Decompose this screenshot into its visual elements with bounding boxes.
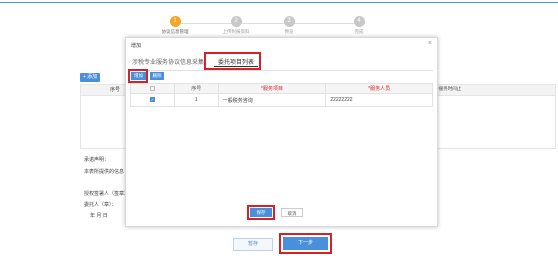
row-project[interactable]: 一般税务咨询 — [217, 93, 327, 107]
tab-separator — [130, 70, 433, 71]
declaration-text: 本表所提供的信息 — [84, 169, 125, 175]
step-2-dot: 2 — [230, 16, 242, 27]
draft-button[interactable]: 暂存 — [233, 238, 273, 251]
step-4-dot: 4 — [353, 16, 365, 27]
modal-delete-button[interactable]: 删除 — [150, 72, 164, 80]
step-2-label: 上传附报资料 — [222, 29, 250, 34]
step-4-label: 完成 — [354, 29, 364, 34]
client-label: 委托人（章）： — [84, 202, 117, 208]
dialog-title: 增加 — [131, 43, 142, 49]
step-1-dot: 1 — [169, 16, 181, 27]
header-project: *服务项目 — [217, 83, 327, 94]
tab-highlight-frame — [204, 52, 261, 70]
table-row[interactable]: ✓ 1 一般税务咨询 22222222 — [130, 93, 433, 107]
step-3-dot: 3 — [283, 16, 295, 27]
entrusted-projects-table: 序号 *服务项目 *服务人员 ✓ 1 一般税务咨询 22222222 — [130, 83, 433, 107]
tab-agreement-info[interactable]: 涉税专业服务协议信息采集 — [132, 57, 204, 66]
row-select[interactable]: ✓ — [130, 93, 175, 107]
bg-col-seq: 序号 — [110, 87, 121, 93]
header-seq: 序号 — [173, 83, 219, 94]
table-header-row: 序号 *服务项目 *服务人员 — [130, 83, 433, 94]
step-2: 2 上传附报资料 — [211, 16, 261, 35]
date-label: 年 月 日 — [90, 213, 108, 219]
step-3-label: 预览 — [284, 29, 294, 34]
step-3: 3 预览 — [264, 16, 314, 35]
step-4: 4 完成 — [334, 16, 384, 35]
add-highlight-frame — [128, 69, 148, 83]
close-icon[interactable]: × — [428, 40, 432, 47]
progress-steps: 1 协议信息管理 2 上传附报资料 3 预览 4 完成 — [150, 12, 390, 38]
row-seq: 1 — [173, 93, 219, 107]
cancel-button[interactable]: 取消 — [281, 208, 303, 217]
row-checkbox[interactable]: ✓ — [149, 97, 155, 103]
step-1: 1 协议信息管理 — [150, 16, 200, 35]
bg-add-button[interactable]: + 添加 — [80, 73, 100, 82]
add-dialog: 增加 × 涉税专业服务协议信息采集 委托项目列表 增加 删除 序号 *服务项目 … — [125, 37, 438, 227]
header-staff: *服务人员 — [325, 83, 433, 94]
declaration-title: 承诺声明： — [84, 157, 110, 163]
row-staff[interactable]: 22222222 — [325, 93, 433, 107]
save-highlight-frame — [247, 205, 275, 220]
bg-col-right: *服务时间止 — [437, 86, 462, 91]
next-highlight-frame — [279, 233, 332, 254]
top-accent-line — [0, 2, 558, 3]
select-all-checkbox[interactable] — [149, 85, 155, 91]
step-1-label: 协议信息管理 — [161, 29, 189, 34]
header-select[interactable] — [130, 83, 175, 94]
